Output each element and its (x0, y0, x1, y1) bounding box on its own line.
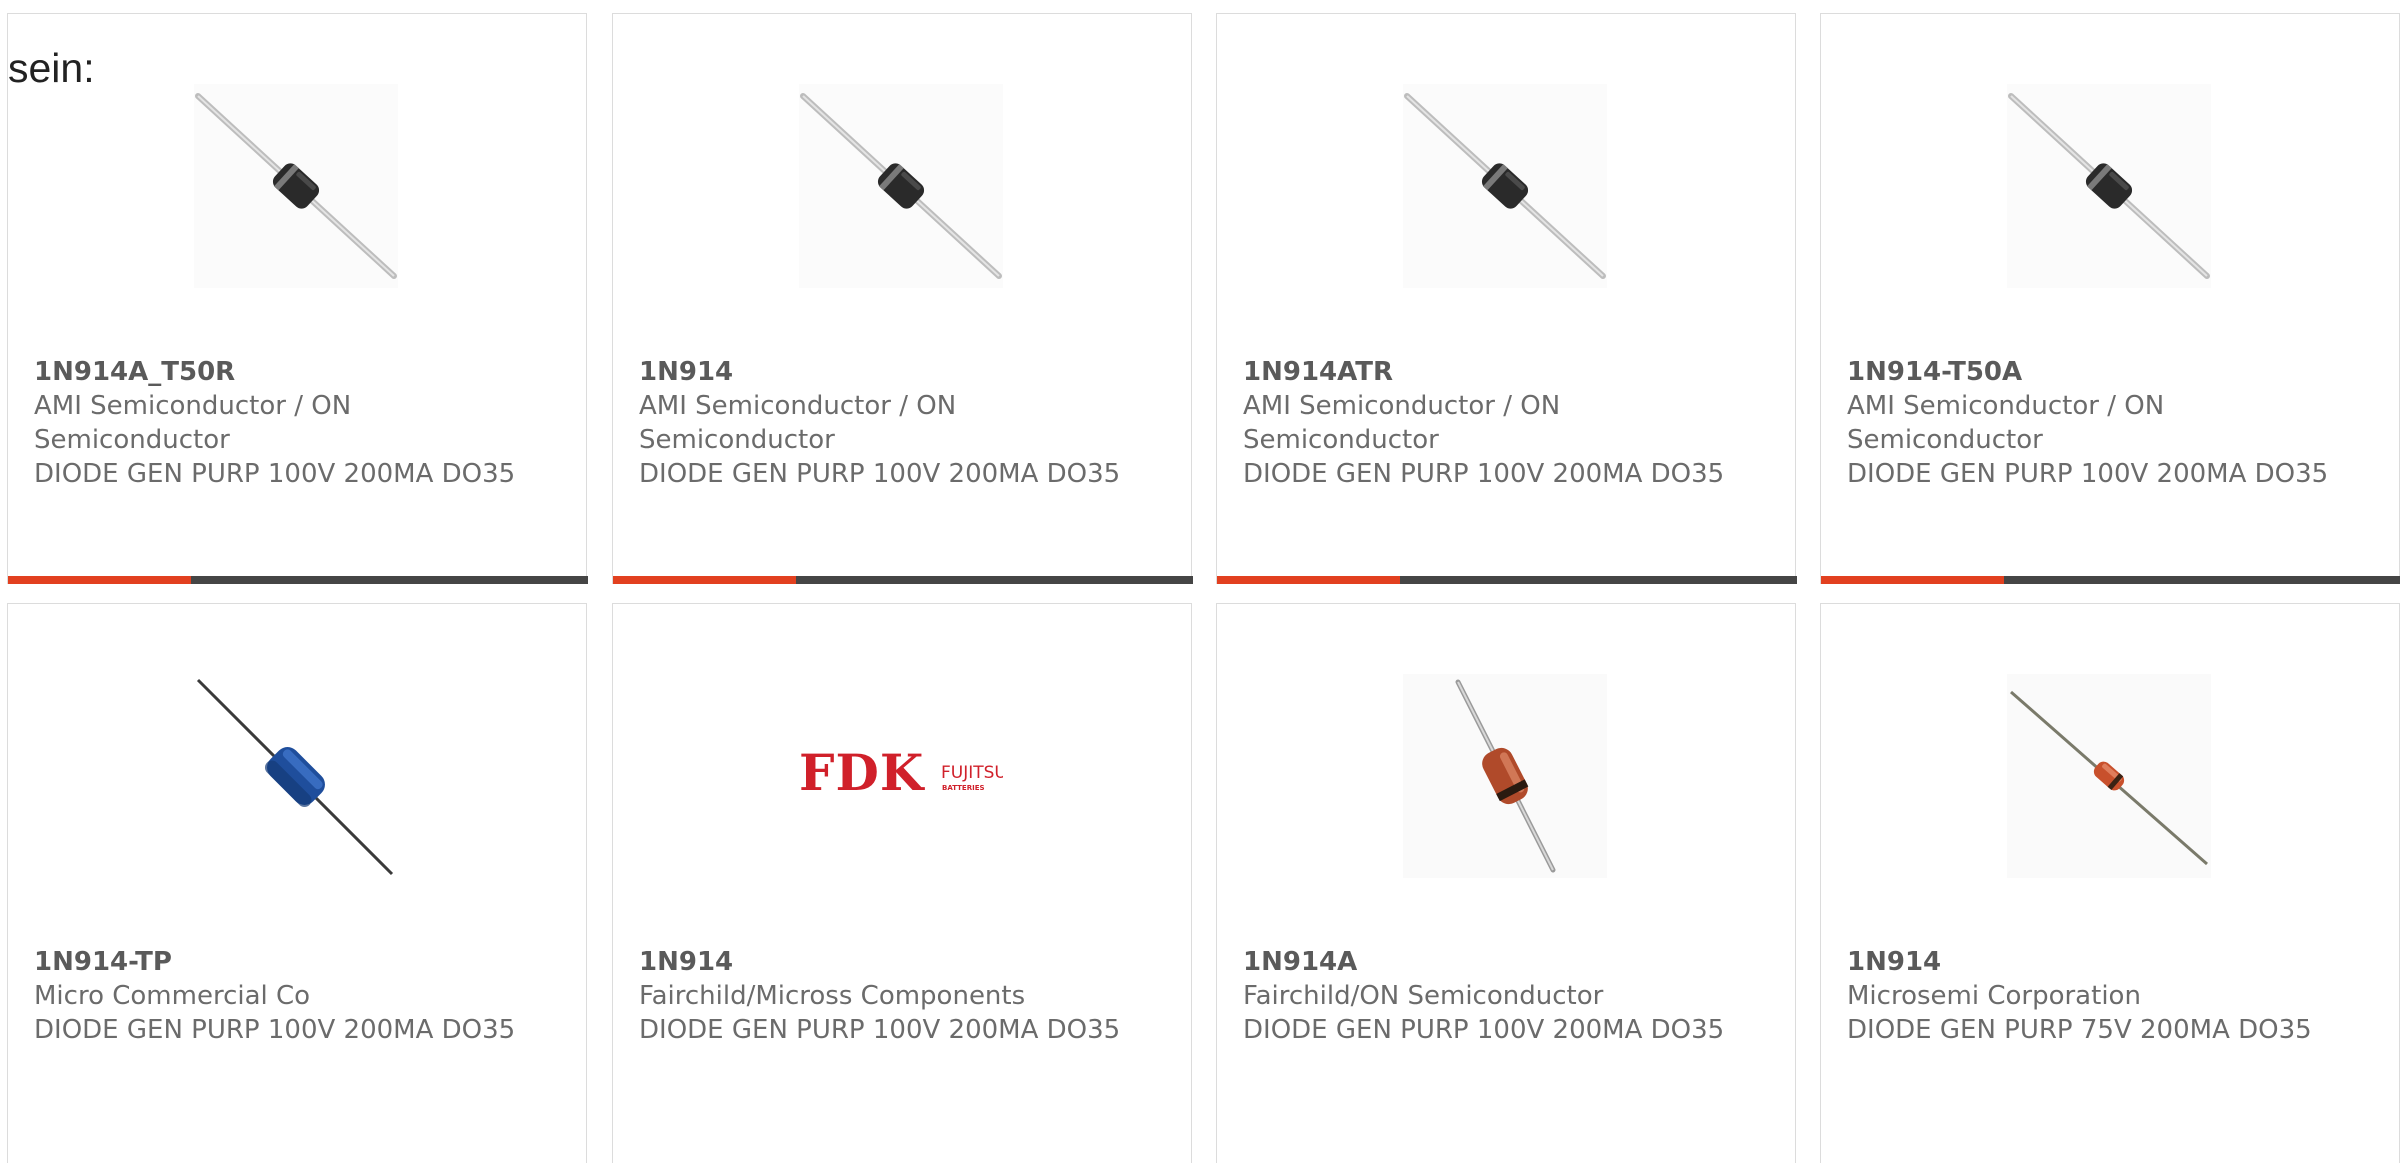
card-bottom-bar (613, 576, 1193, 584)
diode-glass-small-icon (2007, 674, 2211, 878)
manufacturer: Fairchild/ON Semiconductor (1243, 981, 1604, 1011)
description: DIODE GEN PURP 100V 200MA DO35 (1243, 459, 1725, 489)
product-info: 1N914 Fairchild/Micross Components DIODE… (639, 945, 1139, 1047)
part-number[interactable]: 1N914ATR (1243, 355, 1743, 389)
manufacturer: Microsemi Corporation (1847, 981, 2141, 1011)
part-number[interactable]: 1N914A_T50R (34, 355, 534, 389)
product-info: 1N914-TP Micro Commercial Co DIODE GEN P… (34, 945, 534, 1047)
description: DIODE GEN PURP 100V 200MA DO35 (639, 1015, 1121, 1045)
product-card[interactable]: FDK FUJITSU BATTERIES 1N914 Fairchild/Mi… (612, 603, 1192, 1163)
manufacturer: Fairchild/Micross Components (639, 981, 1026, 1011)
part-number[interactable]: 1N914A (1243, 945, 1743, 979)
intro-text: sein: (8, 45, 95, 91)
card-accent-bar (613, 576, 796, 584)
product-info: 1N914 Microsemi Corporation DIODE GEN PU… (1847, 945, 2347, 1047)
product-card[interactable]: 1N914A_T50R AMI Semiconductor / ON Semic… (7, 13, 588, 584)
product-info: 1N914A_T50R AMI Semiconductor / ON Semic… (34, 355, 534, 491)
part-number[interactable]: 1N914 (1847, 945, 2347, 979)
manufacturer: AMI Semiconductor / ON Semiconductor (1243, 391, 1561, 455)
card-accent-bar (1217, 576, 1400, 584)
product-card[interactable]: 1N914ATR AMI Semiconductor / ON Semicond… (1216, 13, 1797, 584)
fdk-fujitsu-logo: FDK FUJITSU BATTERIES (799, 674, 1003, 878)
part-number[interactable]: 1N914 (639, 945, 1139, 979)
part-number[interactable]: 1N914 (639, 355, 1139, 389)
diode-black-icon (2007, 84, 2211, 288)
card-bottom-bar (1217, 576, 1797, 584)
diode-black-icon (1403, 84, 1607, 288)
card-bottom-bar (8, 576, 588, 584)
description: DIODE GEN PURP 100V 200MA DO35 (34, 1015, 516, 1045)
description: DIODE GEN PURP 100V 200MA DO35 (34, 459, 516, 489)
product-info: 1N914A Fairchild/ON Semiconductor DIODE … (1243, 945, 1743, 1047)
product-card[interactable]: 1N914-TP Micro Commercial Co DIODE GEN P… (7, 603, 587, 1163)
svg-text:FDK: FDK (799, 743, 925, 802)
diode-glass-icon (1403, 674, 1607, 878)
part-number[interactable]: 1N914-TP (34, 945, 534, 979)
manufacturer: AMI Semiconductor / ON Semiconductor (1847, 391, 2165, 455)
description: DIODE GEN PURP 100V 200MA DO35 (1243, 1015, 1725, 1045)
svg-text:BATTERIES: BATTERIES (942, 784, 985, 792)
manufacturer: Micro Commercial Co (34, 981, 311, 1011)
product-info: 1N914ATR AMI Semiconductor / ON Semicond… (1243, 355, 1743, 491)
description: DIODE GEN PURP 100V 200MA DO35 (1847, 459, 2329, 489)
card-accent-bar (1821, 576, 2004, 584)
product-info: 1N914 AMI Semiconductor / ON Semiconduct… (639, 355, 1139, 491)
product-card[interactable]: 1N914-T50A AMI Semiconductor / ON Semico… (1820, 13, 2400, 584)
diode-blue-icon (194, 674, 398, 878)
diode-black-icon (194, 84, 398, 288)
part-number[interactable]: 1N914-T50A (1847, 355, 2347, 389)
product-info: 1N914-T50A AMI Semiconductor / ON Semico… (1847, 355, 2347, 491)
manufacturer: AMI Semiconductor / ON Semiconductor (639, 391, 957, 455)
description: DIODE GEN PURP 75V 200MA DO35 (1847, 1015, 2312, 1045)
product-grid-page: sein: 1N914A_T50R AMI Semiconductor / ON… (0, 0, 2400, 1163)
card-bottom-bar (1821, 576, 2400, 584)
manufacturer: AMI Semiconductor / ON Semiconductor (34, 391, 352, 455)
card-accent-bar (8, 576, 191, 584)
svg-text:FUJITSU: FUJITSU (941, 763, 1003, 783)
product-card[interactable]: 1N914 AMI Semiconductor / ON Semiconduct… (612, 13, 1193, 584)
diode-black-icon (799, 84, 1003, 288)
description: DIODE GEN PURP 100V 200MA DO35 (639, 459, 1121, 489)
product-card[interactable]: 1N914 Microsemi Corporation DIODE GEN PU… (1820, 603, 2400, 1163)
product-card[interactable]: 1N914A Fairchild/ON Semiconductor DIODE … (1216, 603, 1796, 1163)
